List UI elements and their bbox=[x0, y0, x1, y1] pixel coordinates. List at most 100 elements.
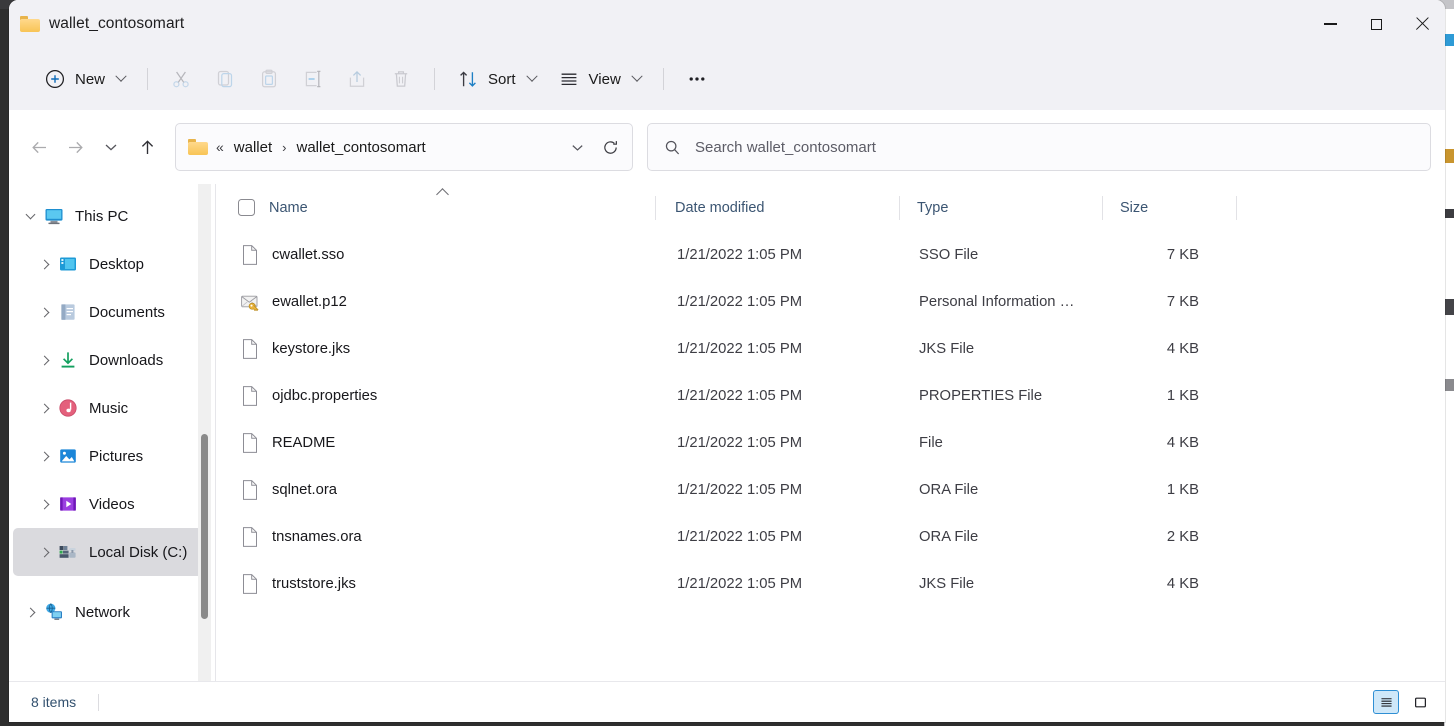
sidebar-scrollbar[interactable] bbox=[198, 184, 211, 681]
search-input[interactable]: Search wallet_contosomart bbox=[695, 139, 876, 156]
breadcrumb: « wallet › wallet_contosomart bbox=[216, 136, 562, 159]
chevron-right-icon[interactable] bbox=[31, 549, 57, 556]
chevron-right-icon[interactable] bbox=[31, 453, 57, 460]
file-date: 1/21/2022 1:05 PM bbox=[656, 294, 900, 310]
share-button[interactable] bbox=[335, 60, 379, 98]
chevron-right-icon[interactable] bbox=[31, 357, 57, 364]
sidebar-scrollbar-thumb[interactable] bbox=[201, 434, 208, 619]
see-more-button[interactable] bbox=[675, 60, 719, 98]
column-header-type[interactable]: Type bbox=[900, 184, 1103, 231]
table-row[interactable]: README 1/21/2022 1:05 PM File 4 KB bbox=[230, 419, 1435, 466]
sort-button[interactable]: Sort bbox=[446, 60, 547, 98]
title-bar-left: wallet_contosomart bbox=[9, 15, 184, 33]
select-all-checkbox[interactable] bbox=[238, 199, 255, 216]
sidebar-item-downloads[interactable]: Downloads bbox=[13, 336, 209, 384]
sidebar-item-label: Documents bbox=[89, 304, 165, 321]
table-row[interactable]: ewallet.p12 1/21/2022 1:05 PM Personal I… bbox=[230, 278, 1435, 325]
file-date: 1/21/2022 1:05 PM bbox=[656, 341, 900, 357]
paste-button[interactable] bbox=[247, 60, 291, 98]
column-header-label: Size bbox=[1120, 200, 1148, 216]
file-date: 1/21/2022 1:05 PM bbox=[656, 388, 900, 404]
table-row[interactable]: sqlnet.ora 1/21/2022 1:05 PM ORA File 1 … bbox=[230, 466, 1435, 513]
file-size: 1 KB bbox=[1103, 482, 1237, 498]
videos-icon bbox=[57, 493, 79, 515]
chevron-right-icon[interactable] bbox=[31, 501, 57, 508]
recent-locations-button[interactable] bbox=[93, 129, 129, 165]
generic-file-icon bbox=[240, 244, 260, 266]
new-button[interactable]: New bbox=[33, 60, 136, 98]
toolbar-divider-2 bbox=[434, 68, 435, 90]
rename-button[interactable] bbox=[291, 60, 335, 98]
minimize-button[interactable] bbox=[1307, 0, 1353, 48]
sidebar-item-this-pc[interactable]: This PC bbox=[13, 192, 209, 240]
close-button[interactable] bbox=[1399, 0, 1445, 48]
sidebar-item-local-disk-c[interactable]: Local Disk (C:) bbox=[13, 528, 209, 576]
file-type: Personal Information … bbox=[900, 294, 1103, 310]
sidebar-item-videos[interactable]: Videos bbox=[13, 480, 209, 528]
address-bar[interactable]: « wallet › wallet_contosomart bbox=[175, 123, 633, 171]
table-row[interactable]: cwallet.sso 1/21/2022 1:05 PM SSO File 7… bbox=[230, 231, 1435, 278]
table-row[interactable]: tnsnames.ora 1/21/2022 1:05 PM ORA File … bbox=[230, 513, 1435, 560]
file-type: File bbox=[900, 435, 1103, 451]
sidebar-item-label: Desktop bbox=[89, 256, 144, 273]
generic-file-icon bbox=[240, 573, 260, 595]
details-view-button[interactable] bbox=[1373, 690, 1399, 714]
file-name: tnsnames.ora bbox=[272, 529, 362, 545]
window-controls bbox=[1307, 0, 1445, 48]
sidebar-item-network[interactable]: Network bbox=[13, 588, 209, 636]
address-dropdown-button[interactable] bbox=[562, 132, 592, 162]
folder-icon bbox=[188, 139, 208, 155]
trash-icon bbox=[390, 68, 412, 90]
chevron-right-icon[interactable] bbox=[17, 609, 43, 616]
generic-file-icon bbox=[240, 385, 260, 407]
file-size: 1 KB bbox=[1103, 388, 1237, 404]
file-date: 1/21/2022 1:05 PM bbox=[656, 482, 900, 498]
search-box[interactable]: Search wallet_contosomart bbox=[647, 123, 1431, 171]
copy-button[interactable] bbox=[203, 60, 247, 98]
rename-icon bbox=[302, 68, 324, 90]
breadcrumb-item-wallet-contosomart[interactable]: wallet_contosomart bbox=[293, 136, 430, 159]
title-bar[interactable]: wallet_contosomart bbox=[9, 0, 1445, 48]
details-view-icon bbox=[1379, 695, 1394, 710]
column-header-date-modified[interactable]: Date modified bbox=[656, 184, 900, 231]
breadcrumb-separator: › bbox=[282, 140, 286, 155]
file-size: 2 KB bbox=[1103, 529, 1237, 545]
view-toggle-group bbox=[1373, 690, 1433, 714]
toolbar-divider-3 bbox=[663, 68, 664, 90]
generic-file-icon bbox=[240, 338, 260, 360]
table-row[interactable]: truststore.jks 1/21/2022 1:05 PM JKS Fil… bbox=[230, 560, 1435, 607]
chevron-right-icon[interactable] bbox=[31, 261, 57, 268]
file-name: cwallet.sso bbox=[272, 247, 344, 263]
sidebar-item-pictures[interactable]: Pictures bbox=[13, 432, 209, 480]
sidebar-item-desktop[interactable]: Desktop bbox=[13, 240, 209, 288]
view-button[interactable]: View bbox=[547, 60, 652, 98]
large-icons-view-button[interactable] bbox=[1407, 690, 1433, 714]
chevron-down-icon[interactable] bbox=[17, 214, 43, 218]
sidebar-item-music[interactable]: Music bbox=[13, 384, 209, 432]
breadcrumb-overflow[interactable]: « bbox=[216, 139, 224, 155]
forward-button[interactable] bbox=[57, 129, 93, 165]
refresh-button[interactable] bbox=[594, 131, 626, 163]
chevron-right-icon[interactable] bbox=[31, 309, 57, 316]
chevron-right-icon[interactable] bbox=[31, 405, 57, 412]
chevron-down-icon bbox=[115, 71, 126, 82]
delete-button[interactable] bbox=[379, 60, 423, 98]
file-type: PROPERTIES File bbox=[900, 388, 1103, 404]
table-row[interactable]: ojdbc.properties 1/21/2022 1:05 PM PROPE… bbox=[230, 372, 1435, 419]
main-body: This PC Desktop bbox=[9, 184, 1445, 681]
scissors-icon bbox=[170, 68, 192, 90]
back-button[interactable] bbox=[21, 129, 57, 165]
column-header-size[interactable]: Size bbox=[1103, 184, 1237, 231]
maximize-button[interactable] bbox=[1353, 0, 1399, 48]
table-row[interactable]: keystore.jks 1/21/2022 1:05 PM JKS File … bbox=[230, 325, 1435, 372]
share-icon bbox=[346, 68, 368, 90]
sidebar-item-documents[interactable]: Documents bbox=[13, 288, 209, 336]
documents-icon bbox=[57, 301, 79, 323]
cut-button[interactable] bbox=[159, 60, 203, 98]
file-date: 1/21/2022 1:05 PM bbox=[656, 576, 900, 592]
column-header-name[interactable]: Name bbox=[230, 184, 656, 231]
up-button[interactable] bbox=[129, 129, 165, 165]
sidebar-item-label: Videos bbox=[89, 496, 135, 513]
sidebar-item-label: This PC bbox=[75, 208, 128, 225]
breadcrumb-item-wallet[interactable]: wallet bbox=[230, 136, 276, 159]
